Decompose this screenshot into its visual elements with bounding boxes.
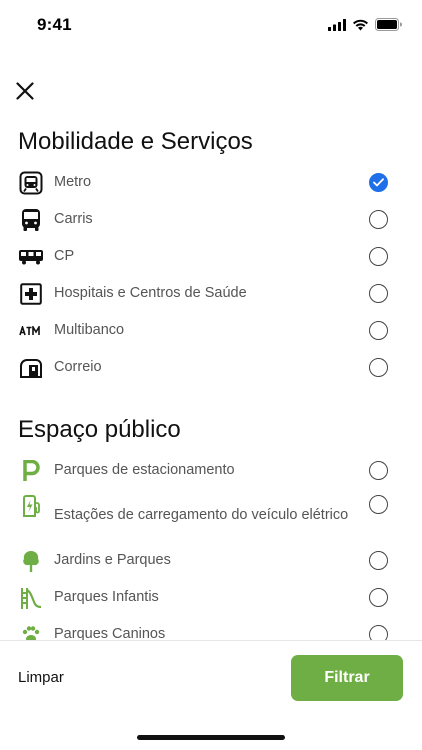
filter-row-atm[interactable]: Multibanco — [0, 312, 422, 349]
wifi-icon — [353, 19, 368, 30]
filter-checkbox[interactable] — [369, 588, 388, 607]
filter-row-ev-charging[interactable]: Estações de carregamento do veículo elét… — [0, 489, 422, 542]
mailbox-icon — [18, 355, 44, 381]
filter-checkbox[interactable] — [369, 247, 388, 266]
filter-checkbox[interactable] — [369, 358, 388, 377]
train-icon — [18, 244, 44, 270]
filter-row-playground[interactable]: Parques Infantis — [0, 579, 422, 616]
filter-label: Parques de estacionamento — [54, 462, 235, 478]
checkmark-icon — [373, 178, 384, 187]
ev-charging-icon — [18, 493, 44, 519]
filter-label: Jardins e Parques — [54, 552, 171, 568]
playground-icon — [18, 585, 44, 611]
filter-checkbox[interactable] — [369, 625, 388, 640]
hospital-icon — [18, 281, 44, 307]
status-bar: 9:41 — [0, 0, 422, 50]
home-indicator — [137, 735, 285, 740]
section-title: Espaço público — [18, 416, 181, 443]
filter-label: Parques Infantis — [54, 589, 159, 605]
close-button[interactable] — [14, 80, 36, 102]
parking-icon — [18, 458, 44, 484]
atm-icon — [18, 318, 44, 344]
tree-icon — [18, 548, 44, 574]
bus-icon — [18, 207, 44, 233]
filter-checkbox-checked[interactable] — [369, 173, 388, 192]
cellular-signal-icon — [328, 18, 346, 31]
filter-label: Carris — [54, 211, 93, 227]
filter-checkbox[interactable] — [369, 495, 388, 514]
filter-label: Multibanco — [54, 322, 125, 338]
filter-row-gardens[interactable]: Jardins e Parques — [0, 542, 422, 579]
status-icons — [328, 18, 402, 31]
section-public-space: Espaço público Parques de estacionamento… — [0, 408, 422, 640]
filter-row-carris[interactable]: Carris — [0, 201, 422, 238]
filter-row-mail[interactable]: Correio — [0, 349, 422, 386]
filter-label: Correio — [54, 359, 102, 375]
metro-icon — [18, 170, 44, 196]
filter-checkbox[interactable] — [369, 284, 388, 303]
clear-button[interactable]: Limpar — [18, 669, 64, 686]
filter-label: Hospitais e Centros de Saúde — [54, 285, 247, 301]
filter-button[interactable]: Filtrar — [291, 655, 403, 701]
filter-label: CP — [54, 248, 75, 264]
footer-bar: Limpar Filtrar — [0, 640, 422, 750]
close-icon — [16, 82, 34, 100]
filter-row-metro[interactable]: Metro — [0, 164, 422, 201]
section-mobility: Mobilidade e Serviços Metro Carris CP Ho… — [0, 120, 422, 386]
filter-row-dog-park[interactable]: Parques Caninos — [0, 616, 422, 640]
filter-checkbox[interactable] — [369, 461, 388, 480]
filter-label: Parques Caninos — [54, 626, 166, 640]
filter-list[interactable]: Mobilidade e Serviços Metro Carris CP Ho… — [0, 120, 422, 640]
filter-row-cp[interactable]: CP — [0, 238, 422, 275]
filter-label: Metro — [54, 174, 92, 190]
filter-row-parking[interactable]: Parques de estacionamento — [0, 452, 422, 489]
section-title: Mobilidade e Serviços — [18, 128, 253, 155]
filter-row-hospitals[interactable]: Hospitais e Centros de Saúde — [0, 275, 422, 312]
battery-icon — [375, 18, 402, 31]
filter-checkbox[interactable] — [369, 321, 388, 340]
filter-label: Estações de carregamento do veículo elét… — [54, 507, 349, 523]
filter-checkbox[interactable] — [369, 551, 388, 570]
dog-park-icon — [18, 622, 44, 640]
status-time: 9:41 — [37, 15, 72, 34]
filter-checkbox[interactable] — [369, 210, 388, 229]
